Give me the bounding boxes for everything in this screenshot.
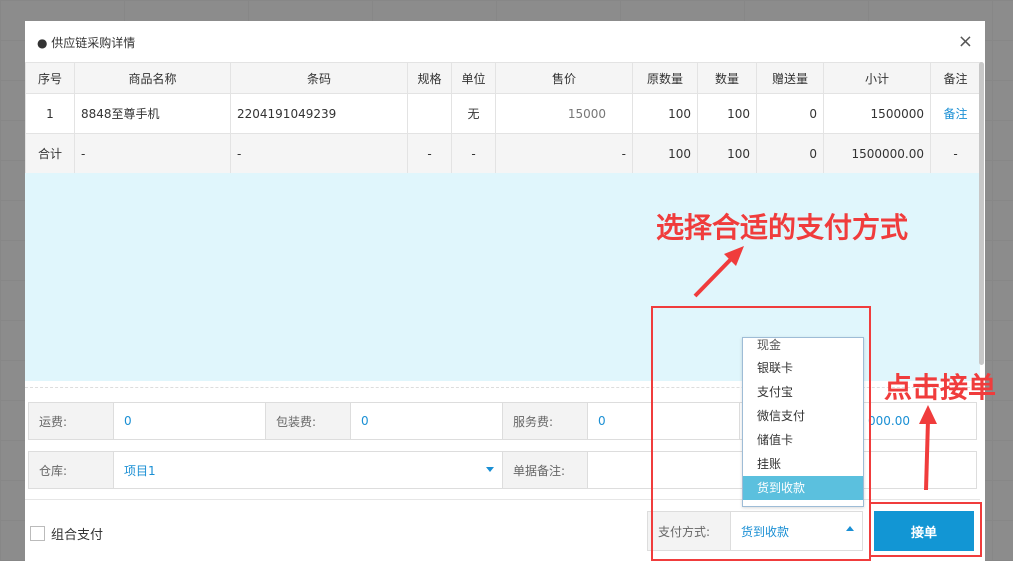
annotation-arrows xyxy=(693,246,937,491)
arrow-icon-up xyxy=(919,405,937,491)
arrow-icon-up-right xyxy=(693,246,744,298)
